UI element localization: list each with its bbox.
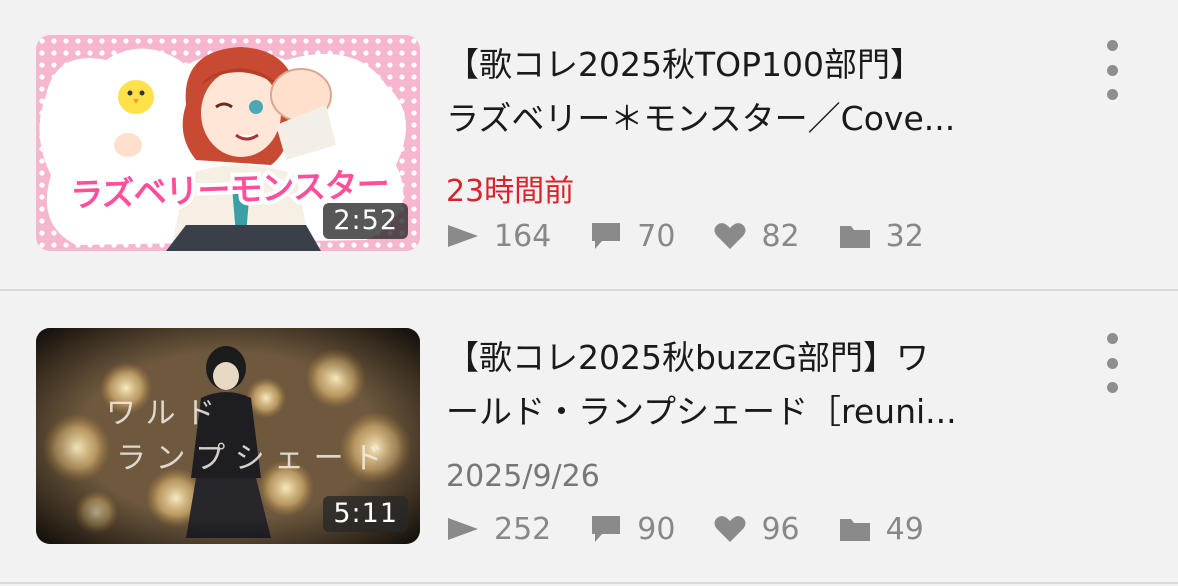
like-count: 82 — [713, 218, 800, 254]
video-duration: 5:11 — [323, 496, 408, 532]
comment-count: 90 — [589, 512, 675, 547]
mylist-count: 32 — [838, 219, 924, 254]
video-date: 2025/9/26 — [446, 459, 600, 494]
video-stats: 252 90 96 49 — [446, 509, 962, 549]
video-title-line: 【歌コレ2025秋TOP100部門】 — [446, 45, 924, 84]
list-item[interactable]: ラズベリーモンスター 2:52 【歌コレ2025秋TOP100部門】 ラズベリー… — [0, 22, 1178, 282]
video-list: ラズベリーモンスター 2:52 【歌コレ2025秋TOP100部門】 ラズベリー… — [0, 0, 1178, 586]
folder-icon — [839, 519, 870, 541]
menu-dot — [1106, 333, 1118, 344]
video-title[interactable]: 【歌コレ2025秋buzzG部門】ワ ールド・ランプシェード［reuni... — [446, 331, 1066, 439]
view-count: 252 — [446, 512, 551, 547]
comment-icon — [592, 516, 621, 542]
video-title-line: ラズベリー＊モンスター／Cove... — [446, 99, 956, 138]
menu-dot — [1106, 40, 1118, 51]
play-icon — [448, 225, 478, 247]
heart-icon — [714, 516, 746, 542]
menu-dot — [1106, 382, 1118, 393]
video-thumbnail[interactable]: ラズベリーモンスター 2:52 — [36, 35, 420, 251]
video-duration: 2:52 — [323, 203, 408, 239]
like-count: 96 — [713, 511, 800, 547]
video-thumbnail[interactable]: ワ ル ド ラ ン プ シ ェ ー ド 5:11 — [36, 328, 420, 544]
mylist-count-value: 32 — [885, 218, 924, 254]
menu-dot — [1106, 357, 1118, 369]
video-title-line: ールド・ランプシェード［reuni... — [446, 392, 957, 431]
comment-icon — [592, 223, 621, 249]
view-count-value: 164 — [494, 218, 552, 254]
folder-icon — [839, 226, 870, 248]
menu-dot — [1106, 64, 1118, 76]
list-item[interactable]: ワ ル ド ラ ン プ シ ェ ー ド 5:11 【歌コレ2025秋buzzG部… — [0, 315, 1178, 575]
more-vertical-icon[interactable] — [1094, 333, 1130, 393]
mylist-count: 49 — [838, 512, 924, 547]
like-count-value: 96 — [761, 511, 800, 547]
play-icon — [448, 518, 478, 540]
video-title-line: 【歌コレ2025秋buzzG部門】ワ — [446, 338, 930, 377]
comment-count: 70 — [589, 219, 675, 254]
more-vertical-icon[interactable] — [1094, 40, 1130, 100]
like-count-value: 82 — [761, 218, 800, 254]
mylist-count-value: 49 — [885, 511, 924, 547]
comment-count-value: 90 — [637, 511, 676, 547]
divider — [0, 289, 1178, 291]
comment-count-value: 70 — [637, 218, 676, 254]
video-date: 23時間前 — [446, 174, 575, 209]
menu-dot — [1106, 89, 1118, 100]
view-count: 164 — [446, 219, 551, 254]
divider — [0, 582, 1178, 584]
video-stats: 164 70 82 32 — [446, 216, 962, 256]
heart-icon — [714, 223, 746, 249]
view-count-value: 252 — [494, 511, 552, 547]
video-title[interactable]: 【歌コレ2025秋TOP100部門】 ラズベリー＊モンスター／Cove... — [446, 38, 1066, 146]
